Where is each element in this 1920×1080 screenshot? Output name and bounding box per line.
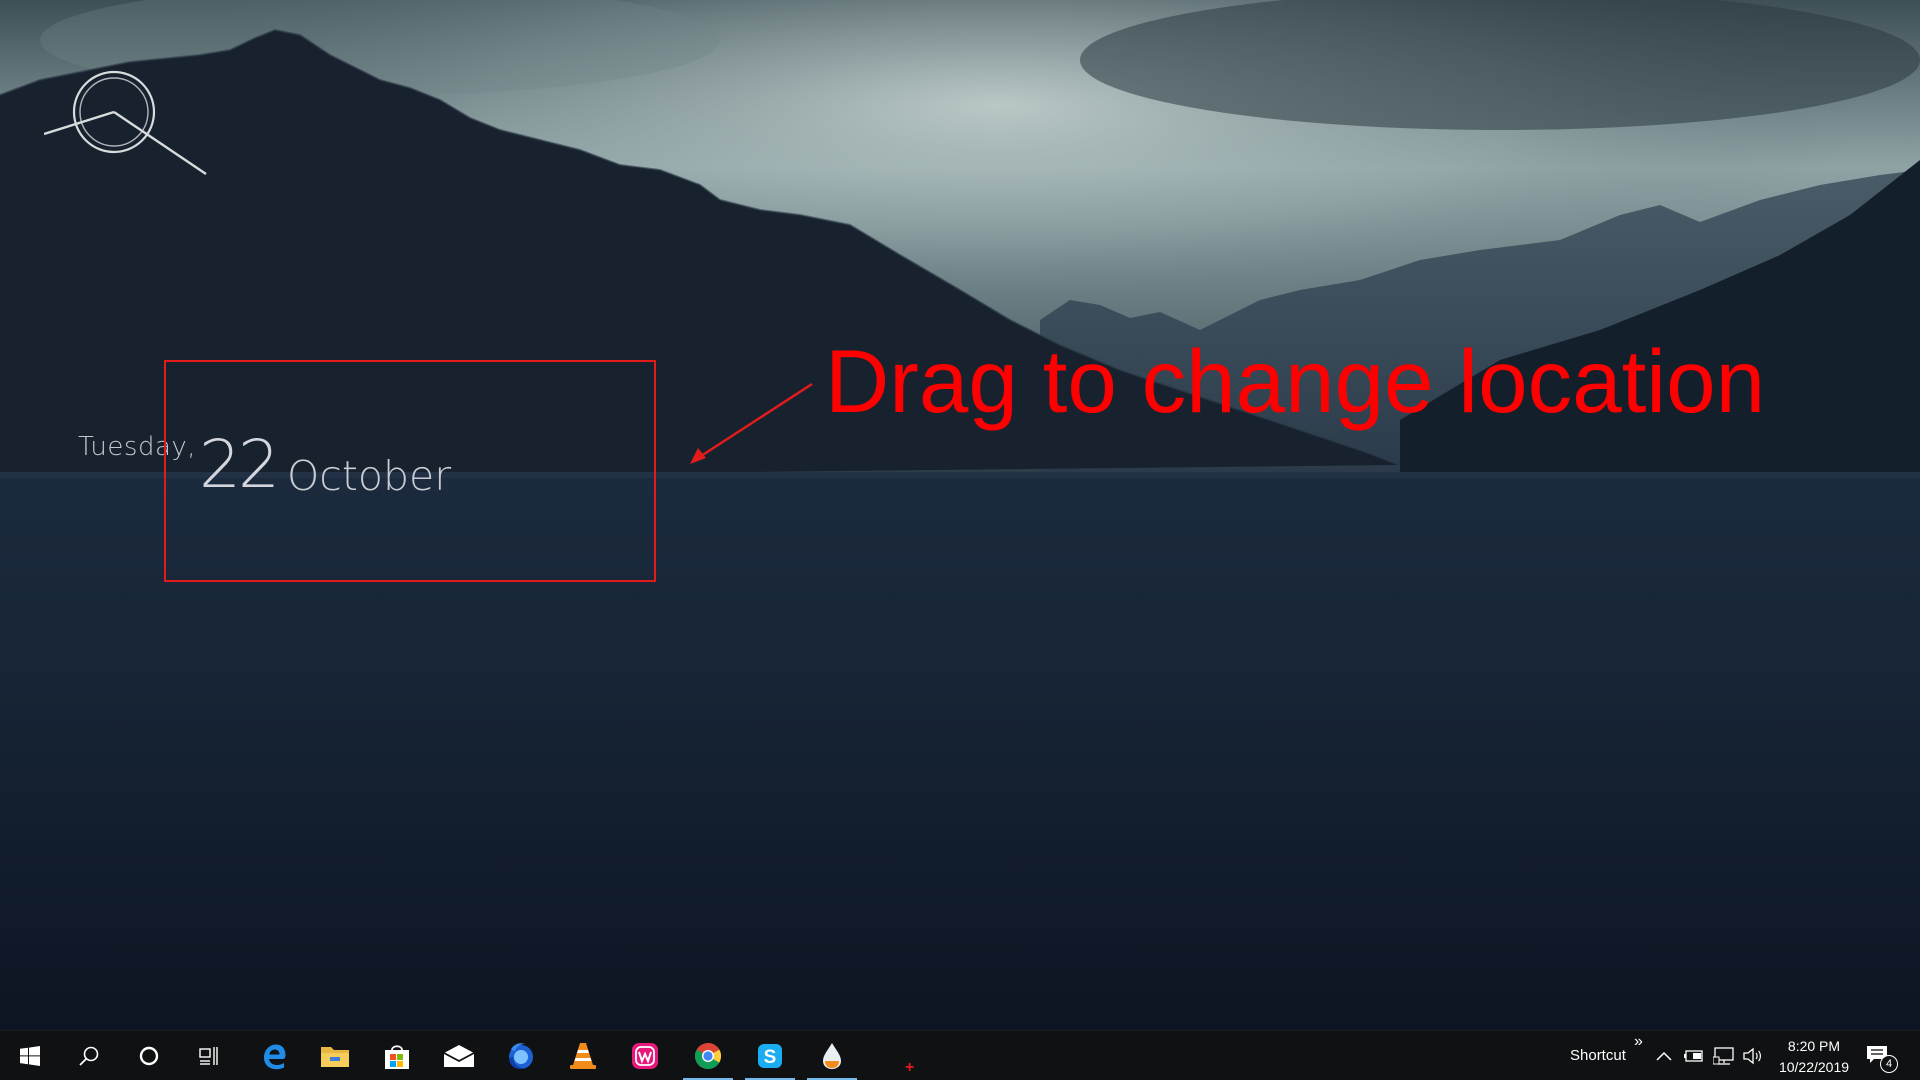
task-view-button[interactable] [180, 1031, 238, 1080]
firefox-button[interactable] [492, 1031, 550, 1080]
store-button[interactable] [368, 1031, 426, 1080]
speaker-icon [1743, 1047, 1761, 1065]
shortcut-toolbar-label[interactable]: Shortcut [1570, 1047, 1626, 1064]
volume-button[interactable] [1741, 1045, 1763, 1067]
windows-logo-icon [20, 1046, 40, 1066]
chevron-up-icon [1656, 1051, 1672, 1061]
crosshair-marker-icon: + [905, 1059, 915, 1076]
mail-button[interactable] [430, 1031, 488, 1080]
firefox-icon [509, 1043, 533, 1069]
network-button[interactable] [1713, 1045, 1735, 1067]
show-hidden-icons-button[interactable] [1653, 1045, 1675, 1067]
drop-app-button[interactable] [803, 1031, 861, 1080]
start-button[interactable] [1, 1031, 59, 1080]
mail-icon [443, 1045, 475, 1067]
vlc-button[interactable] [554, 1031, 612, 1080]
wamp-icon [632, 1043, 658, 1069]
notification-count-badge: 4 [1880, 1055, 1898, 1073]
cortana-button[interactable] [120, 1031, 178, 1080]
desktop-screen: Tuesday, 22 October Drag to change locat… [0, 0, 1920, 1080]
vlc-cone-icon [570, 1043, 596, 1069]
network-icon [1713, 1047, 1734, 1065]
file-explorer-button[interactable] [306, 1031, 364, 1080]
droplet-icon [823, 1043, 841, 1069]
clock-date: 10/22/2019 [1778, 1059, 1850, 1075]
edge-button[interactable] [245, 1031, 303, 1080]
search-icon [79, 1046, 99, 1066]
svg-text:S: S [764, 1047, 777, 1068]
annotation-highlight-box [164, 360, 656, 582]
chrome-button[interactable] [679, 1031, 737, 1080]
wamp-button[interactable] [616, 1031, 674, 1080]
taskbar: S Shortcut » 8:20 PM 10/22/2019 4 [0, 1030, 1920, 1080]
clock-time: 8:20 PM [1787, 1038, 1841, 1054]
edge-icon [264, 1044, 286, 1070]
taskbar-clock[interactable]: 8:20 PM 10/22/2019 [1764, 1036, 1864, 1078]
chrome-icon [694, 1042, 722, 1070]
folder-icon [321, 1047, 349, 1067]
battery-button[interactable] [1683, 1045, 1705, 1067]
search-widget-icon[interactable] [44, 64, 214, 180]
skype-button[interactable]: S [741, 1031, 799, 1080]
battery-icon [1684, 1050, 1703, 1062]
annotation-text: Drag to change location [825, 331, 1766, 431]
task-view-icon [199, 1047, 218, 1065]
store-icon [385, 1045, 409, 1069]
annotation-arrow-icon [690, 382, 813, 464]
skype-icon: S [758, 1044, 782, 1068]
toolbar-overflow-chevron-icon[interactable]: » [1634, 1033, 1643, 1051]
cortana-circle-icon [139, 1046, 159, 1066]
search-button[interactable] [60, 1031, 118, 1080]
